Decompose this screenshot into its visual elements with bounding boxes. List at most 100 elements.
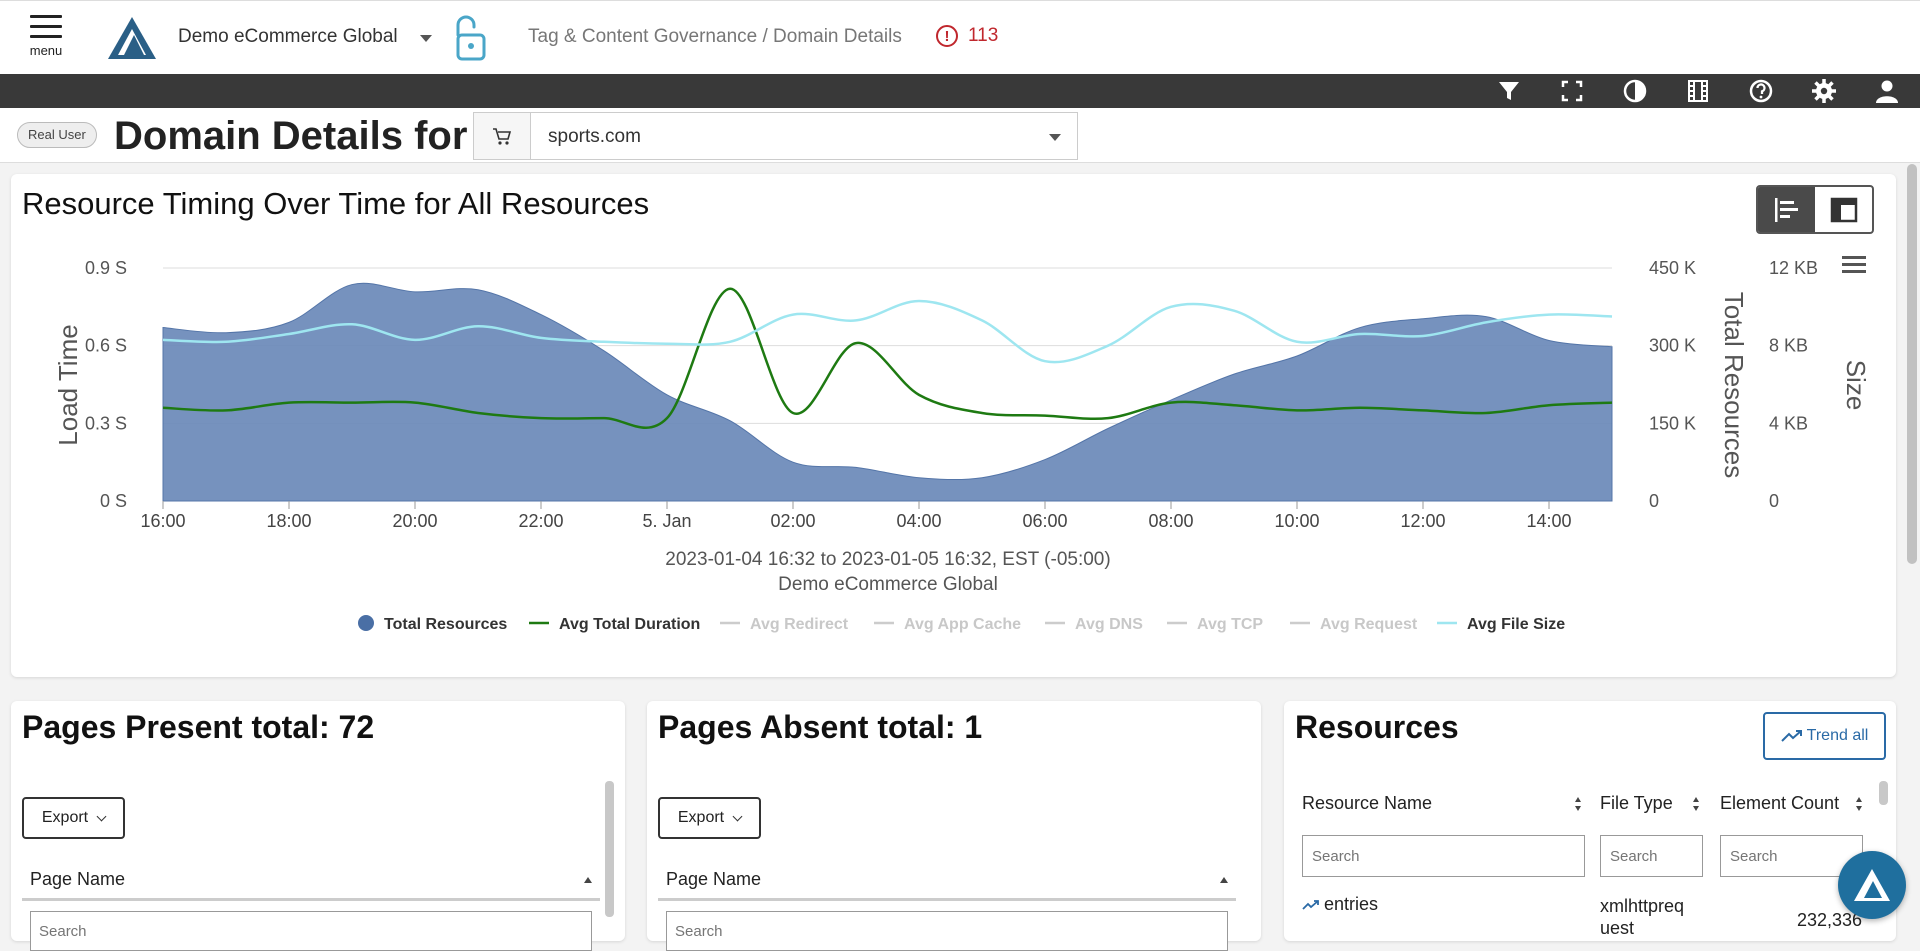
file-type-line2: uest bbox=[1600, 918, 1635, 938]
sort-icon[interactable] bbox=[1855, 796, 1863, 812]
legend-item-avg-dns[interactable]: Avg DNS bbox=[1075, 616, 1143, 633]
element-count-column-header[interactable]: Element Count bbox=[1720, 793, 1839, 814]
hamburger-icon bbox=[28, 15, 64, 38]
legend-item-avg-request[interactable]: Avg Request bbox=[1320, 616, 1418, 633]
brand-logo-icon bbox=[1854, 869, 1890, 901]
chart-context-menu-icon[interactable] bbox=[1842, 256, 1866, 273]
settings-icon[interactable] bbox=[1811, 78, 1837, 104]
y-right-resources-tick-label: 450 K bbox=[1649, 258, 1696, 278]
resource-name-search-input[interactable] bbox=[1302, 835, 1585, 877]
page-title: Domain Details for bbox=[114, 114, 468, 158]
x-tick-label: 06:00 bbox=[1022, 511, 1067, 531]
contrast-icon[interactable] bbox=[1622, 78, 1648, 104]
export-label: Export bbox=[41, 809, 89, 826]
x-tick-label: 12:00 bbox=[1400, 511, 1445, 531]
trend-up-icon[interactable] bbox=[1302, 899, 1320, 911]
legend-item-total-resources[interactable]: Total Resources bbox=[384, 616, 507, 633]
x-tick-label: 10:00 bbox=[1274, 511, 1319, 531]
top-header: menu Demo eCommerce Global Tag & Content… bbox=[0, 0, 1920, 74]
pages-present-card: Pages Present total: 72 Export Page Name bbox=[11, 701, 625, 951]
y-right-size-axis-label: Size bbox=[1841, 360, 1871, 411]
y-left-tick-label: 0.9 S bbox=[85, 258, 127, 278]
page-name-search-input[interactable] bbox=[666, 911, 1228, 951]
export-button[interactable]: Export bbox=[22, 797, 125, 839]
x-tick-label: 02:00 bbox=[770, 511, 815, 531]
legend-marker-total-resources bbox=[358, 615, 374, 631]
brand-logo[interactable] bbox=[106, 15, 158, 61]
legend-item-avg-redirect[interactable]: Avg Redirect bbox=[750, 616, 849, 633]
file-type-column-header[interactable]: File Type bbox=[1600, 793, 1673, 814]
resource-name-column-header[interactable]: Resource Name bbox=[1302, 793, 1432, 814]
y-right-resources-tick-label: 150 K bbox=[1649, 413, 1696, 433]
resource-name: entries bbox=[1324, 894, 1379, 914]
chevron-down-icon bbox=[1049, 134, 1061, 141]
alert-icon: ! bbox=[936, 25, 958, 47]
page-name-column-header[interactable]: Page Name bbox=[658, 859, 1236, 901]
sort-asc-icon bbox=[584, 877, 592, 883]
title-row: Real User Domain Details for sports.com bbox=[0, 108, 1920, 163]
x-tick-label: 18:00 bbox=[266, 511, 311, 531]
filter-icon[interactable] bbox=[1496, 78, 1522, 104]
y-left-tick-label: 0 S bbox=[100, 491, 127, 511]
menu-button[interactable]: menu bbox=[28, 15, 64, 65]
y-right-resources-tick-label: 0 bbox=[1649, 491, 1659, 511]
x-tick-label: 04:00 bbox=[896, 511, 941, 531]
page-name-column-header[interactable]: Page Name bbox=[22, 859, 600, 901]
fullscreen-icon[interactable] bbox=[1559, 78, 1585, 104]
chevron-down-icon bbox=[732, 811, 743, 821]
assistant-fab-button[interactable] bbox=[1838, 851, 1906, 919]
film-icon[interactable] bbox=[1685, 78, 1711, 104]
y-right-size-tick-label: 8 KB bbox=[1769, 336, 1808, 356]
page-name-search-input[interactable] bbox=[30, 911, 592, 951]
help-icon[interactable] bbox=[1748, 78, 1774, 104]
sort-icon[interactable] bbox=[1574, 796, 1582, 812]
x-tick-label: 16:00 bbox=[140, 511, 185, 531]
scrollbar[interactable] bbox=[1879, 781, 1888, 805]
org-name[interactable]: Demo eCommerce Global bbox=[178, 26, 398, 48]
export-button[interactable]: Export bbox=[658, 797, 761, 839]
domain-select[interactable]: sports.com bbox=[473, 112, 1078, 160]
cart-icon bbox=[474, 113, 531, 159]
page-scrollbar[interactable] bbox=[1907, 164, 1917, 564]
date-range-caption: 2023-01-04 16:32 to 2023-01-05 16:32, ES… bbox=[665, 549, 1110, 570]
breadcrumb: Tag & Content Governance / Domain Detail… bbox=[528, 26, 902, 47]
column-label: Page Name bbox=[666, 869, 762, 889]
legend-item-avg-total-duration[interactable]: Avg Total Duration bbox=[559, 616, 700, 633]
pages-absent-card: Pages Absent total: 1 Export Page Name bbox=[647, 701, 1261, 951]
trend-all-button[interactable]: Trend all bbox=[1763, 712, 1886, 760]
trend-all-label: Trend all bbox=[1806, 727, 1869, 744]
y-right-resources-axis-label: Total Resources bbox=[1719, 292, 1749, 478]
alert-count: 113 bbox=[968, 25, 999, 46]
user-icon[interactable] bbox=[1874, 78, 1900, 104]
menu-label: menu bbox=[29, 43, 63, 58]
legend-item-avg-tcp[interactable]: Avg TCP bbox=[1197, 616, 1263, 633]
y-left-axis-label: Load Time bbox=[53, 324, 83, 445]
resources-card: Resources Trend all Resource Name File T… bbox=[1284, 701, 1896, 941]
sort-asc-icon bbox=[1220, 877, 1228, 883]
pages-absent-title: Pages Absent total: 1 bbox=[658, 709, 983, 745]
resource-timing-chart: 0.9 S 0.6 S 0.3 S 0 S 450 K 300 K 150 K 0 12 KB 8… bbox=[53, 256, 1871, 633]
x-tick-label: 22:00 bbox=[518, 511, 563, 531]
resource-row-name[interactable]: entries bbox=[1302, 894, 1378, 915]
y-right-size-tick-label: 0 bbox=[1769, 491, 1779, 511]
sort-icon[interactable] bbox=[1692, 796, 1700, 812]
toolbar bbox=[0, 74, 1920, 108]
y-left-tick-label: 0.3 S bbox=[85, 413, 127, 433]
file-type-line1: xmlhttpreq bbox=[1600, 896, 1685, 916]
file-type-search-input[interactable] bbox=[1600, 835, 1703, 877]
x-tick-label: 5. Jan bbox=[642, 511, 691, 531]
y-right-size-tick-label: 4 KB bbox=[1769, 413, 1808, 433]
unlocked-lock-icon[interactable] bbox=[452, 13, 488, 63]
total-resources-area bbox=[162, 282, 1613, 502]
alert-indicator[interactable]: ! 113 bbox=[936, 25, 998, 47]
y-right-size-tick-label: 12 KB bbox=[1769, 258, 1818, 278]
org-dropdown-caret-icon[interactable] bbox=[420, 35, 432, 42]
column-label: Page Name bbox=[30, 869, 126, 889]
org-caption: Demo eCommerce Global bbox=[778, 574, 998, 595]
domain-value: sports.com bbox=[548, 126, 641, 147]
trend-up-icon bbox=[1780, 730, 1802, 742]
scrollbar[interactable] bbox=[605, 781, 614, 917]
resources-title: Resources bbox=[1295, 709, 1459, 745]
legend-item-avg-app-cache[interactable]: Avg App Cache bbox=[904, 616, 1021, 633]
legend-item-avg-file-size[interactable]: Avg File Size bbox=[1467, 616, 1565, 633]
